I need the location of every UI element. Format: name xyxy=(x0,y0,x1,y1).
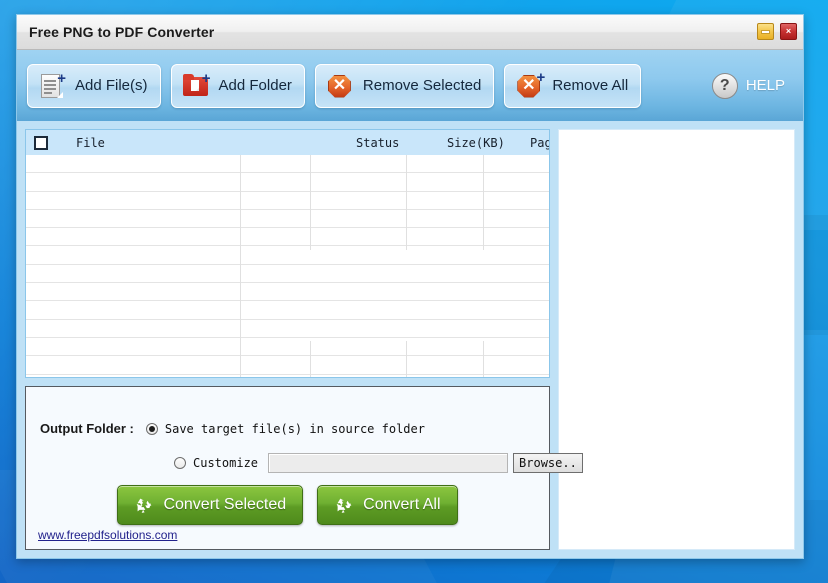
output-folder-row: Output Folder : Save target file(s) in s… xyxy=(40,421,425,436)
column-header-status[interactable]: Status xyxy=(356,136,399,150)
convert-selected-button[interactable]: Convert Selected xyxy=(117,485,304,525)
remove-all-label: Remove All xyxy=(552,77,629,94)
column-separator xyxy=(483,341,484,377)
output-panel: Output Folder : Save target file(s) in s… xyxy=(25,386,583,550)
radio-customize[interactable] xyxy=(174,457,186,469)
add-files-label: Add File(s) xyxy=(75,77,148,94)
convert-selected-label: Convert Selected xyxy=(163,496,287,513)
left-column: File Status Size(KB) Pages xyxy=(25,129,583,550)
table-row[interactable] xyxy=(26,338,549,357)
convert-all-label: Convert All xyxy=(363,496,441,513)
table-row[interactable] xyxy=(26,210,549,229)
radio-save-in-source-label: Save target file(s) in source folder xyxy=(164,421,425,436)
window-controls: × xyxy=(757,23,797,40)
radio-save-in-source[interactable] xyxy=(145,422,158,435)
document-plus-icon: + xyxy=(37,71,67,101)
close-button[interactable]: × xyxy=(780,23,797,40)
minimize-button[interactable] xyxy=(757,23,774,40)
window-title: Free PNG to PDF Converter xyxy=(29,24,215,40)
column-header-file[interactable]: File xyxy=(76,136,105,150)
column-separator xyxy=(310,341,311,377)
help-label: HELP xyxy=(745,77,785,94)
plus-badge-icon: + xyxy=(57,69,66,87)
question-circle-icon: ? xyxy=(711,72,738,99)
column-separator xyxy=(406,341,407,377)
recycle-icon xyxy=(137,498,152,513)
file-list-rows[interactable] xyxy=(26,155,549,377)
table-row[interactable] xyxy=(26,265,549,284)
add-files-button[interactable]: + Add File(s) xyxy=(27,63,161,108)
file-list: File Status Size(KB) Pages xyxy=(25,129,550,378)
minimize-icon xyxy=(762,30,769,33)
column-separator xyxy=(483,155,484,250)
table-row[interactable] xyxy=(26,320,549,338)
add-folder-label: Add Folder xyxy=(218,77,292,94)
browse-button[interactable]: Browse.. xyxy=(513,453,583,473)
column-header-pages[interactable]: Pages xyxy=(530,136,549,150)
toolbar: + Add File(s) + Add Folder ✕ Remove Sele… xyxy=(17,50,803,121)
output-folder-label: Output Folder : xyxy=(40,421,134,436)
table-row[interactable] xyxy=(26,228,549,247)
folder-plus-icon: + xyxy=(181,71,211,101)
table-row[interactable] xyxy=(26,246,549,265)
column-separator xyxy=(240,155,241,377)
plus-badge-icon: + xyxy=(201,69,211,87)
table-row[interactable] xyxy=(26,155,549,174)
radio-customize-label: Customize xyxy=(193,456,259,470)
application-window: Free PNG to PDF Converter × + Add File(s… xyxy=(16,14,804,559)
remove-x-plus-icon: ✕ + xyxy=(514,68,546,101)
convert-buttons-row: Convert Selected Convert All xyxy=(26,485,549,525)
remove-selected-label: Remove Selected xyxy=(362,77,482,94)
remove-all-button[interactable]: ✕ + Remove All xyxy=(504,63,642,108)
customize-path-input[interactable] xyxy=(268,453,509,473)
help-button[interactable]: ? HELP xyxy=(711,72,785,99)
remove-x-icon: ✕ xyxy=(325,71,355,101)
add-folder-button[interactable]: + Add Folder xyxy=(170,63,305,108)
file-list-header: File Status Size(KB) Pages xyxy=(26,130,549,155)
table-row[interactable] xyxy=(26,173,549,192)
table-row[interactable] xyxy=(26,356,549,375)
column-separator xyxy=(406,155,407,250)
website-link[interactable]: www.freepdfsolutions.com xyxy=(38,528,177,542)
select-all-checkbox[interactable] xyxy=(34,135,48,150)
convert-all-button[interactable]: Convert All xyxy=(317,485,458,525)
remove-selected-button[interactable]: ✕ Remove Selected xyxy=(314,63,495,108)
table-row[interactable] xyxy=(26,192,549,210)
plus-badge-icon: + xyxy=(536,68,546,86)
title-bar: Free PNG to PDF Converter × xyxy=(17,15,803,50)
recycle-icon xyxy=(336,498,352,513)
window-body: File Status Size(KB) Pages xyxy=(17,121,803,558)
customize-row: Customize Browse.. xyxy=(174,453,583,473)
column-separator xyxy=(310,155,311,250)
column-header-size[interactable]: Size(KB) xyxy=(447,136,505,150)
table-row[interactable] xyxy=(26,301,549,320)
preview-panel[interactable] xyxy=(558,129,795,550)
table-row[interactable] xyxy=(26,283,549,302)
